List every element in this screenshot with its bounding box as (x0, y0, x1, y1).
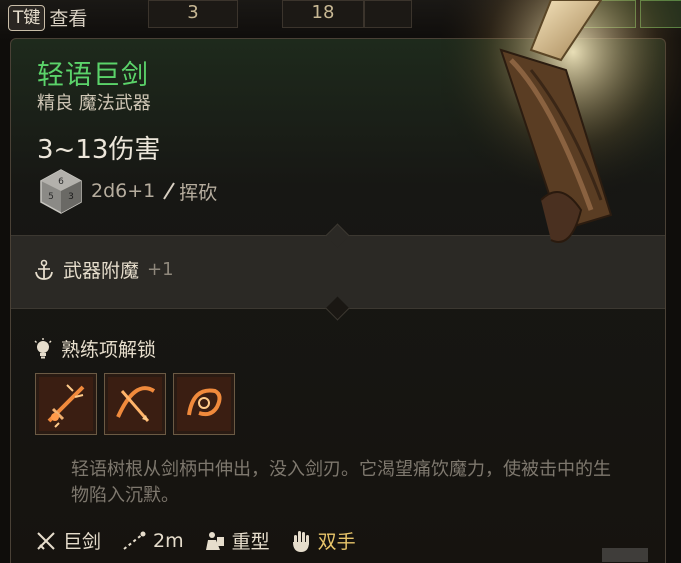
ability-slot[interactable] (104, 373, 166, 435)
property-value: 重型 (231, 531, 270, 553)
property-heavy[interactable]: 重型 (204, 527, 270, 554)
slashing-icon (163, 182, 176, 200)
divider-notch (325, 296, 350, 321)
item-rarity-type: 精良 魔法武器 (37, 93, 151, 114)
property-value: 双手 (317, 531, 356, 553)
hand-icon (292, 530, 309, 552)
damage-type: 挥砍 (179, 181, 218, 204)
ability-slot[interactable] (173, 373, 235, 435)
enchantment-value: +1 (147, 259, 174, 280)
divider-notch (325, 223, 350, 248)
sword-strike-icon (39, 377, 93, 431)
damage-dice-row: 6 5 3 2d6+1 挥砍 (37, 167, 217, 215)
dice-icon: 6 5 3 (40, 169, 82, 214)
range-icon (123, 531, 146, 550)
property-value: 巨剑 (63, 531, 102, 553)
svg-text:6: 6 (58, 177, 64, 187)
examine-hint[interactable]: T键 查看 (8, 4, 87, 31)
svg-text:3: 3 (68, 192, 74, 202)
proficiency-header: 熟练项解锁 (33, 335, 156, 362)
item-lore: 轻语树根从剑柄中伸出，没入剑刃。它渴望痛饮魔力，使被击中的生物陷入沉默。 (71, 459, 611, 506)
property-range[interactable]: 2m (121, 530, 184, 552)
heavy-icon (205, 531, 224, 550)
item-name: 轻语巨剑 (37, 60, 149, 91)
anchor-icon (35, 259, 53, 280)
property-weapon-type[interactable]: 巨剑 (35, 527, 101, 554)
enchantment-row[interactable]: 武器附魔 +1 (33, 256, 174, 283)
property-value: 2m (153, 529, 184, 552)
property-two-handed[interactable]: 双手 (290, 527, 356, 554)
ability-slot[interactable] (35, 373, 97, 435)
inventory-slot[interactable]: 18 (282, 0, 364, 28)
proficiency-label: 熟练项解锁 (61, 339, 157, 361)
weapon-properties: 巨剑 2m 重型 双手 (35, 527, 356, 554)
slash-spiral-icon (177, 377, 231, 431)
svg-text:5: 5 (48, 192, 54, 202)
ability-list (35, 373, 235, 435)
inventory-slot[interactable] (364, 0, 412, 28)
weapon-artwork (441, 0, 681, 260)
item-damage: 3~13伤害 (37, 135, 161, 165)
inventory-slot[interactable]: 3 (148, 0, 238, 28)
enchantment-label: 武器附魔 (63, 260, 140, 282)
damage-dice: 2d6+1 (91, 180, 156, 202)
crossed-swords-icon (37, 531, 55, 550)
t-key-badge: T键 (8, 4, 46, 31)
cleave-icon (108, 377, 162, 431)
slot-count: 18 (311, 2, 335, 23)
watermark (602, 548, 648, 562)
examine-label: 查看 (49, 8, 88, 30)
slot-count: 3 (187, 2, 199, 23)
lightbulb-icon (34, 337, 52, 358)
